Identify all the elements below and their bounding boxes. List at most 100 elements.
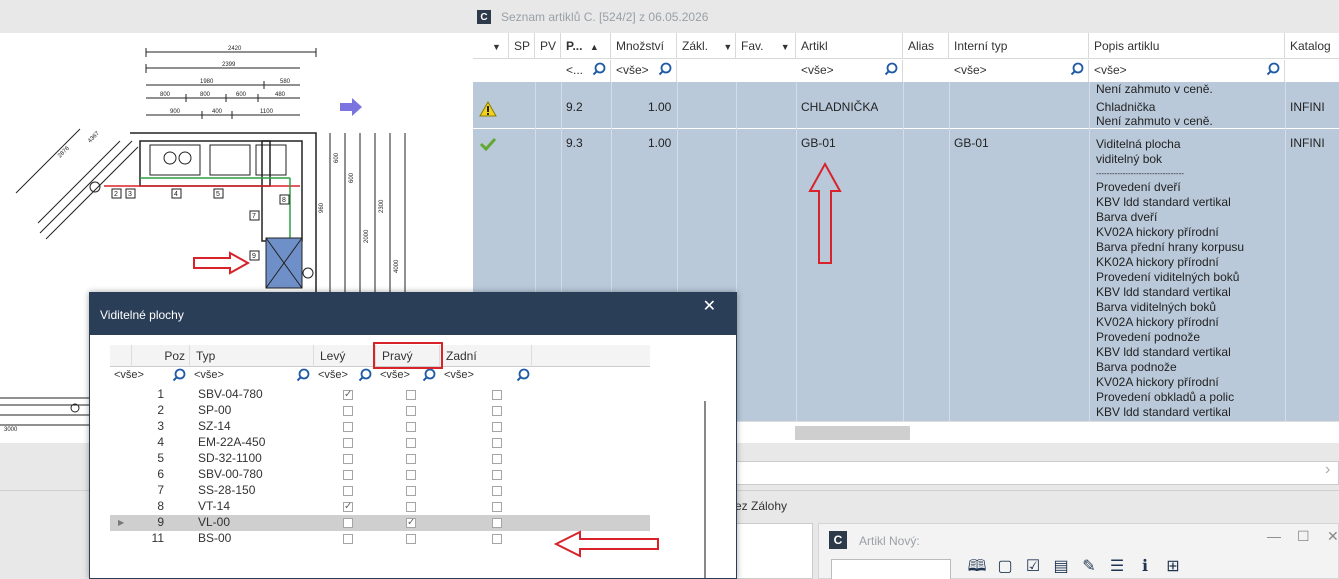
filter-artikl[interactable]: <vše> xyxy=(796,60,903,82)
description-line: viditelný bok xyxy=(1096,152,1163,166)
edit-icon[interactable]: ✎ xyxy=(1079,557,1099,577)
table-row[interactable]: 5 SD-32-1100 xyxy=(110,451,650,467)
search-icon[interactable] xyxy=(592,62,606,79)
search-icon[interactable] xyxy=(422,368,436,385)
search-icon[interactable] xyxy=(1070,62,1084,79)
table-row[interactable]: 6 SBV-00-780 xyxy=(110,467,650,483)
checkbox-zadni[interactable] xyxy=(492,438,502,448)
column-header-sp[interactable]: SP xyxy=(509,33,535,59)
checkbox-pravy[interactable] xyxy=(406,486,416,496)
search-icon[interactable] xyxy=(658,62,672,79)
scrollbar-thumb[interactable] xyxy=(795,426,910,440)
checkbox-pravy[interactable] xyxy=(406,438,416,448)
column-header-alias[interactable]: Alias xyxy=(903,33,949,59)
search-icon[interactable] xyxy=(358,368,372,385)
checkbox-levy[interactable] xyxy=(343,454,353,464)
bin-icon[interactable]: ▤ xyxy=(1051,557,1071,577)
column-header-levy[interactable]: Levý xyxy=(314,345,376,367)
column-header-quantity[interactable]: Množství xyxy=(611,33,677,59)
checkbox-zadni[interactable] xyxy=(492,534,502,544)
column-header-typ[interactable]: Typ xyxy=(190,345,314,367)
table-row[interactable]: 2 SP-00 xyxy=(110,403,650,419)
column-header-zakl[interactable]: Zákl. ▼ xyxy=(677,33,736,59)
close-icon[interactable]: ✕ xyxy=(703,296,716,316)
column-header-artikl[interactable]: Artikl xyxy=(796,33,903,59)
column-header-internal-type[interactable]: Interní typ xyxy=(949,33,1089,59)
filter-poz[interactable]: <vše> xyxy=(110,367,190,387)
checkbox-levy[interactable] xyxy=(343,518,353,528)
checkbox-pravy[interactable] xyxy=(406,406,416,416)
filter-position[interactable]: <... xyxy=(561,60,611,82)
checkbox-pravy[interactable] xyxy=(406,502,416,512)
bottom-text-field[interactable] xyxy=(735,461,1339,485)
column-header-description[interactable]: Popis artiklu xyxy=(1089,33,1285,59)
checkbox-pravy[interactable] xyxy=(406,470,416,480)
filter-zadni[interactable]: <vše> xyxy=(440,367,532,387)
table-row[interactable]: 8 VT-14 ✓ xyxy=(110,499,650,515)
table-row[interactable]: 4 EM-22A-450 xyxy=(110,435,650,451)
checkbox-levy[interactable] xyxy=(343,486,353,496)
checkbox-zadni[interactable] xyxy=(492,502,502,512)
book-icon[interactable]: 🕮 xyxy=(967,557,987,577)
list-icon[interactable]: ☰ xyxy=(1107,557,1127,577)
dialog-vertical-scrollbar[interactable] xyxy=(704,401,706,578)
column-header-pv[interactable]: PV xyxy=(535,33,561,59)
filter-internal-type[interactable]: <vše> xyxy=(949,60,1089,82)
column-header-zadni[interactable]: Zadní xyxy=(440,345,532,367)
zalohy-tab[interactable]: ez Zálohy xyxy=(735,499,787,513)
search-icon[interactable] xyxy=(516,368,530,385)
checkbox-pravy[interactable] xyxy=(406,422,416,432)
frame-icon[interactable]: ▢ xyxy=(995,557,1015,577)
checkbox-levy[interactable] xyxy=(343,422,353,432)
checkbox-pravy[interactable] xyxy=(406,454,416,464)
checkbox-zadni[interactable] xyxy=(492,470,502,480)
info-icon[interactable]: ℹ xyxy=(1135,557,1155,577)
checkbox-zadni[interactable] xyxy=(492,486,502,496)
checkbox-pravy[interactable]: ✓ xyxy=(406,518,416,528)
column-header-poz[interactable]: Poz xyxy=(132,345,190,367)
filter-quantity[interactable]: <vše> xyxy=(611,60,677,82)
dialog-titlebar[interactable]: Viditelné plochy ✕ xyxy=(90,293,736,335)
table-row[interactable]: 1 SBV-04-780 ✓ xyxy=(110,387,650,403)
bottom-input-box[interactable] xyxy=(735,523,813,579)
close-icon[interactable]: ✕ xyxy=(1327,528,1339,545)
artikl-input[interactable] xyxy=(831,559,951,579)
checkbox-levy[interactable] xyxy=(343,438,353,448)
table-row[interactable]: 7 SS-28-150 xyxy=(110,483,650,499)
filter-typ[interactable]: <vše> xyxy=(190,367,314,387)
maximize-icon[interactable]: ☐ xyxy=(1297,528,1310,545)
search-icon[interactable] xyxy=(1266,62,1280,79)
checkbox-pravy[interactable] xyxy=(406,390,416,400)
checkbox-icon[interactable]: ☑ xyxy=(1023,557,1043,577)
checkmark-icon xyxy=(479,137,497,151)
minimize-icon[interactable]: — xyxy=(1267,528,1281,544)
filter-pravy[interactable]: <vše> xyxy=(376,367,440,387)
chevron-right-icon[interactable]: › xyxy=(1325,461,1339,485)
column-menu-header[interactable]: ▼ xyxy=(473,33,509,59)
search-icon[interactable] xyxy=(296,368,310,385)
checkbox-zadni[interactable] xyxy=(492,454,502,464)
dropdown-icon[interactable]: ▼ xyxy=(781,42,790,52)
column-header-catalog[interactable]: Katalog xyxy=(1285,33,1339,59)
sort-down-icon[interactable]: ▼ xyxy=(492,42,501,52)
checkbox-zadni[interactable] xyxy=(492,406,502,416)
checkbox-levy[interactable]: ✓ xyxy=(343,502,353,512)
add-icon[interactable]: ⊞ xyxy=(1163,557,1183,577)
checkbox-levy[interactable] xyxy=(343,534,353,544)
column-header-position[interactable]: P... ▲ xyxy=(561,33,611,59)
checkbox-levy[interactable] xyxy=(343,470,353,480)
checkbox-levy[interactable]: ✓ xyxy=(343,390,353,400)
checkbox-pravy[interactable] xyxy=(406,534,416,544)
dropdown-icon[interactable]: ▼ xyxy=(723,42,732,52)
table-row[interactable]: 3 SZ-14 xyxy=(110,419,650,435)
column-header-fav[interactable]: Fav. ▼ xyxy=(736,33,796,59)
cell-poz: 9 xyxy=(157,515,164,529)
checkbox-zadni[interactable] xyxy=(492,422,502,432)
search-icon[interactable] xyxy=(884,62,898,79)
filter-levy[interactable]: <vše> xyxy=(314,367,376,387)
filter-description[interactable]: <vše> xyxy=(1089,60,1285,82)
checkbox-zadni[interactable] xyxy=(492,518,502,528)
search-icon[interactable] xyxy=(172,368,186,385)
checkbox-zadni[interactable] xyxy=(492,390,502,400)
checkbox-levy[interactable] xyxy=(343,406,353,416)
